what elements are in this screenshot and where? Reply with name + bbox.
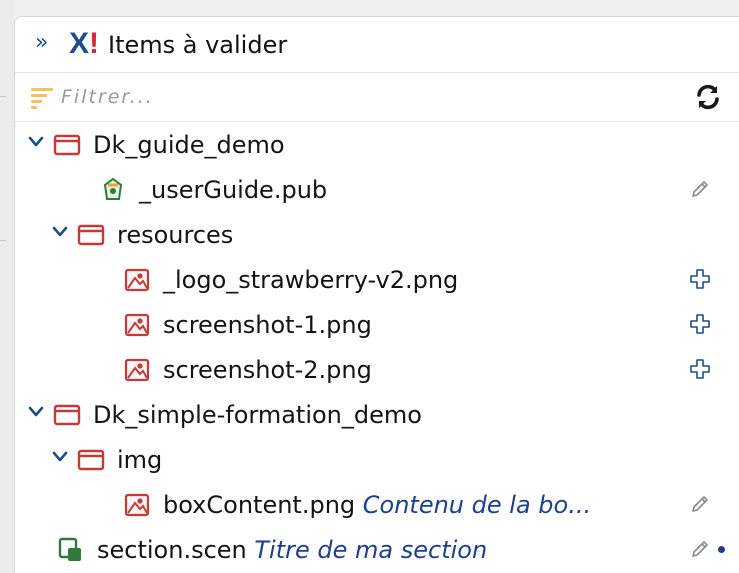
- tree-folder-row[interactable]: Dk_guide_demo: [15, 123, 739, 167]
- tree-item-label: Dk_guide_demo: [93, 131, 285, 159]
- chevron-down-icon[interactable]: [51, 448, 69, 466]
- panel-title: Items à valider: [108, 31, 288, 59]
- folder-icon: [53, 402, 81, 428]
- collapse-icon[interactable]: »: [35, 32, 48, 54]
- tree-item-label: resources: [117, 221, 233, 249]
- edit-pencil-icon[interactable]: [689, 178, 711, 200]
- item-name: boxContent.png: [163, 491, 356, 519]
- folder-icon: [53, 132, 81, 158]
- item-name: img: [117, 446, 163, 474]
- chevron-down-icon[interactable]: [27, 403, 45, 421]
- tree-file-row[interactable]: section.scen Titre de ma section: [15, 528, 739, 572]
- image-file-icon: [123, 357, 151, 383]
- add-plus-icon[interactable]: [689, 358, 711, 380]
- filter-bar: [15, 74, 739, 122]
- tree-item-label: screenshot-2.png: [163, 356, 372, 384]
- filter-icon: [31, 86, 55, 109]
- validation-panel: » X! Items à valider Dk_guide_demo _userG…: [14, 16, 739, 573]
- item-name: Dk_guide_demo: [93, 131, 285, 159]
- brand-logo-icon: X!: [69, 27, 100, 60]
- item-name: Dk_simple-formation_demo: [93, 401, 422, 429]
- item-name: screenshot-1.png: [163, 311, 372, 339]
- tree-file-row[interactable]: _userGuide.pub: [15, 168, 739, 212]
- folder-icon: [77, 222, 105, 248]
- gutter-mark: [0, 240, 6, 241]
- chevron-down-icon[interactable]: [27, 133, 45, 151]
- item-description: Titre de ma section: [246, 536, 488, 564]
- tree-file-row[interactable]: _logo_strawberry-v2.png: [15, 258, 739, 302]
- edit-pencil-icon[interactable]: [689, 493, 711, 515]
- image-file-icon: [123, 492, 151, 518]
- item-name: section.scen: [97, 536, 247, 564]
- tree-file-row[interactable]: screenshot-1.png: [15, 303, 739, 347]
- edit-pencil-icon[interactable]: [689, 538, 711, 560]
- image-file-icon: [123, 312, 151, 338]
- left-gutter: [0, 0, 14, 573]
- publication-icon: [99, 177, 127, 203]
- tree-item-label: img: [117, 446, 162, 474]
- tree-item-label: _logo_strawberry-v2.png: [163, 266, 458, 294]
- folder-icon: [77, 447, 105, 473]
- add-plus-icon[interactable]: [689, 313, 711, 335]
- item-name: resources: [117, 221, 234, 249]
- gutter-mark: [0, 96, 6, 97]
- tree-item-label: _userGuide.pub: [139, 176, 327, 204]
- tree-folder-row[interactable]: resources: [15, 213, 739, 257]
- tree-item-label: section.scen Titre de ma section: [97, 536, 487, 564]
- panel-header: » X! Items à valider: [15, 17, 739, 73]
- tree-folder-row[interactable]: Dk_simple-formation_demo: [15, 393, 739, 437]
- item-name: _userGuide.pub: [139, 176, 328, 204]
- section-file-icon: [57, 537, 85, 563]
- modified-indicator: [718, 546, 725, 553]
- item-name: _logo_strawberry-v2.png: [163, 266, 459, 294]
- add-plus-icon[interactable]: [689, 268, 711, 290]
- image-file-icon: [123, 267, 151, 293]
- tree-item-label: Dk_simple-formation_demo: [93, 401, 422, 429]
- chevron-down-icon[interactable]: [51, 223, 69, 241]
- item-description: Contenu de la bo...: [355, 491, 592, 519]
- tree-item-label: screenshot-1.png: [163, 311, 372, 339]
- filter-input[interactable]: [61, 82, 621, 112]
- tree-folder-row[interactable]: img: [15, 438, 739, 482]
- refresh-icon[interactable]: [693, 82, 723, 112]
- tree-item-label: boxContent.png Contenu de la bo...: [163, 491, 591, 519]
- tree-file-row[interactable]: screenshot-2.png: [15, 348, 739, 392]
- item-name: screenshot-2.png: [163, 356, 372, 384]
- tree-file-row[interactable]: boxContent.png Contenu de la bo...: [15, 483, 739, 527]
